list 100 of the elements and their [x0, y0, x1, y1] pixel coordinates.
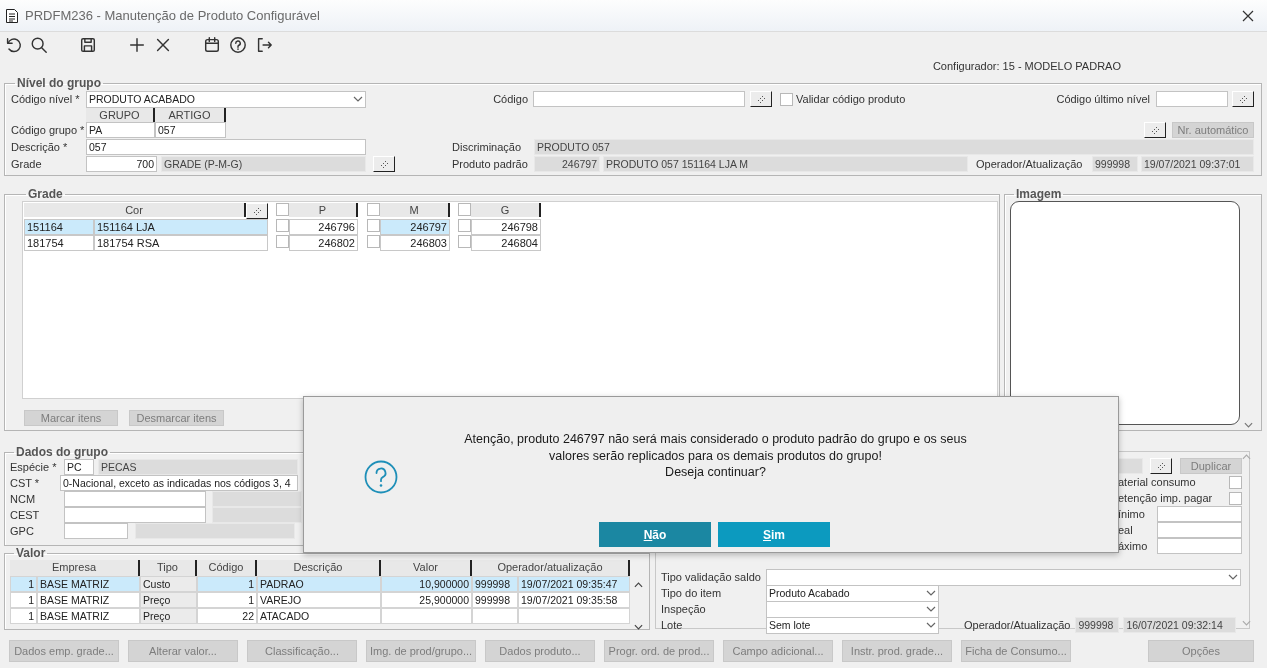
lookup-button[interactable]	[1144, 122, 1166, 138]
chevron-down-icon	[353, 96, 363, 102]
column-header: Valor	[381, 560, 472, 576]
field-label: GPC	[10, 525, 35, 537]
field-label: Discriminação	[452, 140, 523, 153]
search-icon[interactable]	[30, 36, 48, 54]
field-label: Operador/Atualização	[964, 619, 1071, 631]
table-cell: 151164 LJA	[94, 219, 268, 235]
calendar-icon[interactable]	[203, 36, 221, 54]
table-cell: 1	[197, 576, 257, 592]
table-cell: 1	[10, 592, 37, 608]
plus-icon[interactable]	[128, 36, 146, 54]
text-field[interactable]	[533, 91, 745, 107]
lookup-button[interactable]	[1150, 458, 1172, 474]
text-field[interactable]	[1157, 522, 1242, 538]
text-field[interactable]	[64, 507, 206, 523]
scroll-up-icon[interactable]	[633, 582, 643, 588]
checkbox[interactable]	[367, 219, 380, 232]
dropdown[interactable]: PRODUTO ACABADO	[86, 90, 366, 108]
checkbox[interactable]	[276, 203, 289, 216]
table-cell: 999998	[472, 576, 518, 592]
question-icon	[364, 460, 398, 494]
field-label: Tipo do item	[661, 587, 723, 599]
lookup-button[interactable]	[246, 203, 268, 219]
checkbox[interactable]	[458, 219, 471, 232]
table-cell: 246803	[380, 235, 450, 251]
text-field[interactable]	[1157, 506, 1242, 522]
column-header: Tipo	[140, 560, 197, 576]
checkbox[interactable]	[367, 203, 380, 216]
table-cell: 246802	[289, 235, 358, 251]
table-cell: 1	[10, 608, 37, 624]
field-label: Grade	[11, 157, 43, 170]
table-cell: 10,900000	[381, 576, 472, 592]
checkbox[interactable]	[1229, 491, 1242, 505]
save-icon[interactable]	[79, 36, 97, 54]
dots-icon	[1238, 94, 1248, 104]
checkbox[interactable]	[1229, 475, 1242, 489]
text-field[interactable]	[1156, 91, 1228, 107]
checkbox[interactable]	[367, 235, 380, 248]
readonly-field: PRODUTO 057	[534, 138, 1254, 155]
delete-icon[interactable]	[154, 36, 172, 54]
dialog-button[interactable]: Sim	[718, 522, 830, 547]
table-cell: 246798	[471, 219, 541, 235]
text-field[interactable]: 057	[86, 138, 366, 155]
readonly-field: GRADE (P-M-G)	[161, 155, 366, 172]
text-field[interactable]: PC	[64, 459, 94, 475]
field-label: Produto padrão	[452, 157, 529, 170]
dots-icon	[379, 158, 389, 169]
text-field[interactable]	[64, 523, 128, 539]
field-label: Código nível *	[11, 93, 81, 105]
text-field[interactable]: 700	[86, 155, 157, 172]
table-cell: 25,900000	[381, 592, 472, 608]
dialog-message: Atenção, produto 246797 não será mais considerado o produto padrão do grupo e os seus valores serão replicados para os demais produtos do grupo! Deseja continuar?	[463, 431, 968, 481]
dialog-button[interactable]: Não	[599, 522, 711, 547]
help-icon[interactable]	[229, 36, 247, 54]
checkbox[interactable]	[276, 235, 289, 248]
column-header: P	[289, 203, 358, 217]
undo-icon[interactable]	[4, 36, 22, 54]
scroll-down-icon[interactable]	[633, 624, 643, 630]
dots-icon	[1150, 125, 1160, 135]
text-field[interactable]	[64, 491, 206, 507]
table-cell: Preço	[140, 592, 197, 608]
checkbox[interactable]	[276, 219, 289, 232]
column-header: GRUPO	[86, 108, 155, 122]
readonly-field: PECAS	[98, 459, 298, 475]
lookup-button[interactable]	[373, 155, 395, 172]
readonly-field: 19/07/2021 09:37:01	[1141, 155, 1254, 172]
table-cell: BASE MATRIZ	[37, 592, 140, 608]
dropdown[interactable]	[766, 568, 1241, 586]
field-label: Operador/Atualização	[976, 157, 1084, 170]
field-label: áximo	[1118, 540, 1149, 552]
column-header: M	[380, 203, 450, 217]
field-label: CST *	[10, 477, 41, 489]
lookup-button[interactable]	[1232, 91, 1254, 107]
configurator-label: Configurador: 15 - MODELO PADRAO	[932, 59, 1121, 74]
document-icon	[5, 7, 19, 24]
checkbox[interactable]	[780, 92, 793, 106]
table-cell: 246796	[289, 219, 358, 235]
close-icon[interactable]	[1241, 8, 1255, 23]
table-cell: BASE MATRIZ	[37, 608, 140, 624]
table-cell: PADRAO	[257, 576, 381, 592]
field-label: Tipo validação saldo	[661, 571, 762, 583]
lookup-button[interactable]	[750, 91, 772, 107]
checkbox[interactable]	[458, 203, 471, 216]
table-cell: 151164	[24, 219, 94, 235]
checkbox[interactable]	[458, 235, 471, 248]
field-label: ínimo	[1118, 508, 1146, 520]
text-field[interactable]: PA	[86, 122, 155, 138]
dots-icon	[252, 206, 262, 216]
text-field[interactable]: 057	[155, 122, 226, 138]
field-label: Código último nível	[1056, 93, 1150, 105]
exit-icon[interactable]	[255, 36, 273, 54]
readonly-field: 16/07/2021 09:32:14	[1123, 617, 1237, 633]
text-field[interactable]: 0-Nacional, exceto as indicadas nos códigos 3, 4	[60, 475, 298, 491]
field-label: Código grupo *	[11, 124, 86, 136]
table-cell: 181754 RSA	[94, 235, 268, 251]
text-field[interactable]	[1157, 538, 1242, 554]
scroll-down-icon[interactable]	[1243, 422, 1253, 428]
column-header: Código	[197, 560, 257, 576]
column-header: Descrição	[257, 560, 381, 576]
